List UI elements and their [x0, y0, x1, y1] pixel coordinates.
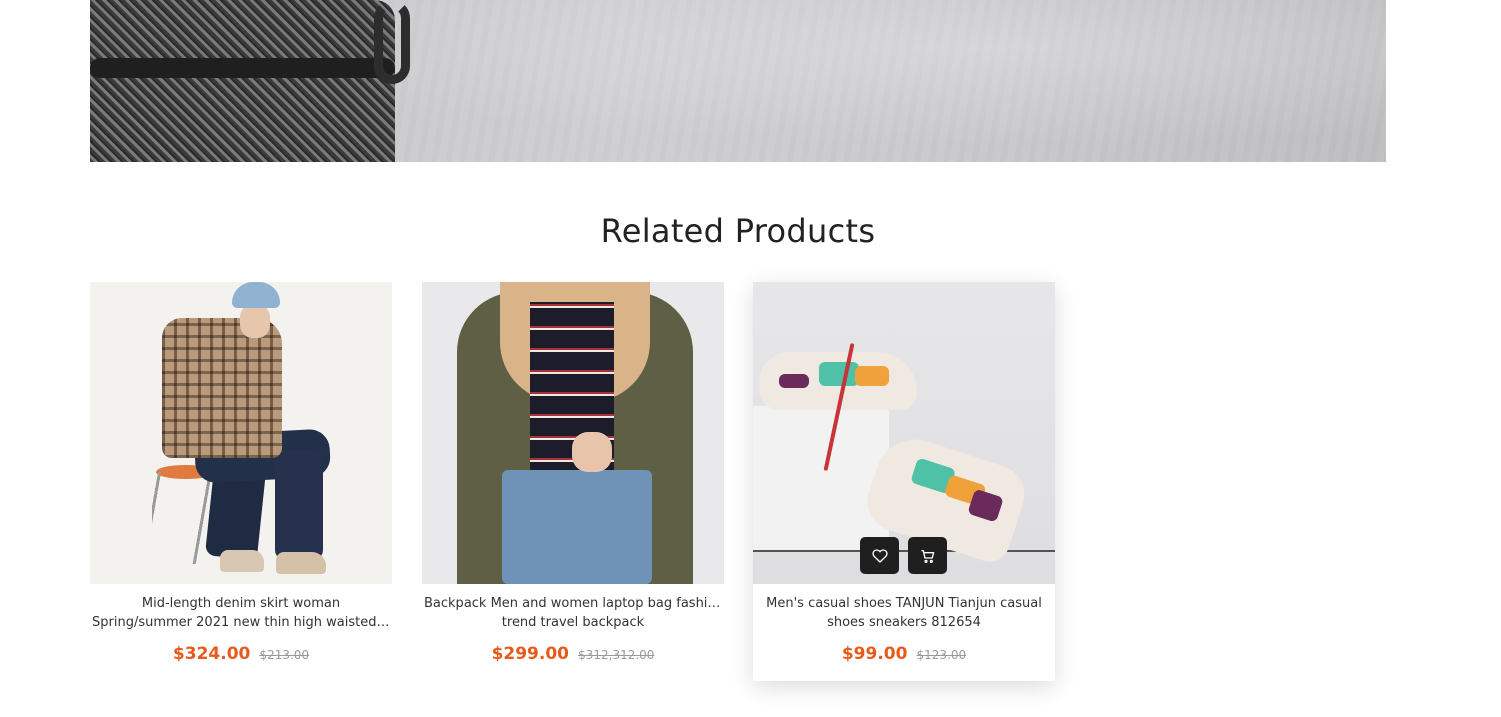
product-card[interactable]: Backpack Men and women laptop bag fashio…	[422, 282, 724, 681]
product-price: $99.00	[841, 644, 908, 664]
cart-icon	[920, 549, 934, 563]
heart-icon	[871, 548, 888, 563]
product-title-line: trend travel backpack	[501, 615, 645, 630]
model-face	[240, 304, 270, 338]
add-to-cart-button[interactable]	[908, 537, 947, 574]
sneaker-panel	[967, 488, 1004, 523]
product-old-price: $123.00	[916, 648, 967, 662]
model-jeans	[502, 470, 652, 584]
floor-line	[753, 550, 1055, 552]
product-title-line: Backpack Men and women laptop bag fashio…	[424, 596, 722, 611]
product-title[interactable]: Backpack Men and women laptop bag fashio…	[422, 594, 724, 632]
price-row: $99.00 $123.00	[753, 644, 1055, 664]
sneaker-panel	[855, 366, 889, 386]
hero-banner-image	[90, 0, 1386, 162]
product-price: $299.00	[491, 644, 569, 664]
product-card[interactable]: Mid-length denim skirt woman Spring/summ…	[90, 282, 392, 681]
product-old-price: $312,312.00	[578, 648, 655, 662]
product-title[interactable]: Mid-length denim skirt woman Spring/summ…	[90, 594, 392, 632]
model-jacket	[162, 318, 282, 458]
product-price: $324.00	[172, 644, 251, 664]
model-hand	[572, 432, 612, 472]
model-leg	[275, 450, 323, 560]
product-image[interactable]	[753, 282, 1055, 584]
add-to-wishlist-button[interactable]	[860, 537, 899, 574]
product-title-line: shoes sneakers 812654	[827, 615, 981, 630]
product-image[interactable]	[90, 282, 392, 584]
product-title[interactable]: Men's casual shoes TANJUN Tianjun casual…	[753, 594, 1055, 632]
display-pedestal	[753, 406, 889, 552]
product-card[interactable]: Men's casual shoes TANJUN Tianjun casual…	[753, 282, 1055, 681]
product-title-line: Men's casual shoes TANJUN Tianjun casual	[766, 596, 1042, 611]
model-beanie	[232, 282, 280, 308]
section-title: Related Products	[600, 212, 876, 250]
price-row: $299.00 $312,312.00	[422, 644, 724, 664]
sneaker-panel	[819, 362, 859, 386]
product-old-price: $213.00	[259, 648, 310, 662]
model-boot	[220, 550, 264, 572]
product-title-line: Mid-length denim skirt woman	[141, 596, 341, 611]
model-boot	[276, 552, 326, 574]
sneaker-panel	[779, 374, 809, 388]
basket-handle	[374, 0, 410, 84]
product-title-line: Spring/summer 2021 new thin high waisted…	[92, 615, 390, 630]
wicker-basket	[90, 0, 395, 162]
price-row: $324.00 $213.00	[90, 644, 392, 664]
product-image[interactable]	[422, 282, 724, 584]
